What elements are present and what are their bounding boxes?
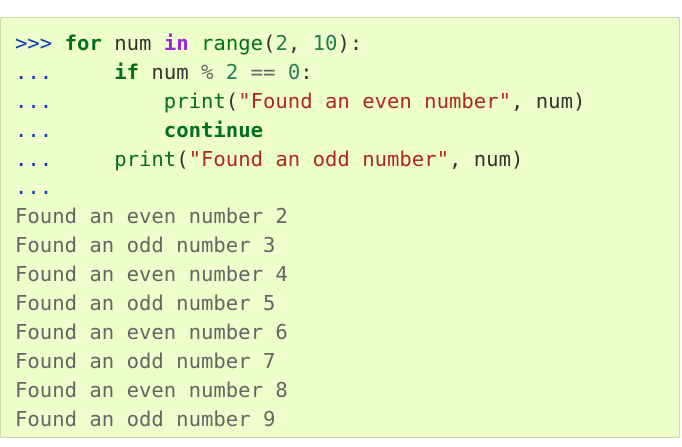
code-token: num — [139, 59, 202, 84]
code-output-lines: Found an even number 2 Found an odd numbe… — [15, 202, 679, 433]
code-line: ... — [15, 173, 679, 202]
prompt: ... — [15, 117, 53, 142]
prompt: ... — [15, 59, 53, 84]
code-token: 0 — [287, 59, 301, 84]
code-token: == — [250, 59, 276, 84]
prompt: ... — [15, 146, 53, 171]
code-token: if — [114, 59, 140, 84]
code-token: in — [163, 31, 189, 55]
code-token: ( — [176, 146, 189, 171]
code-token: ( — [225, 88, 239, 113]
output-line: Found an odd number 3 — [15, 233, 276, 258]
code-token: 2 — [225, 59, 239, 84]
code-line: >>> for num in range(2, 10): — [15, 29, 679, 58]
code-token: ( — [263, 31, 276, 55]
output-line: Found an even number 4 — [15, 262, 288, 287]
code-line: ... print("Found an odd number", num) — [15, 145, 679, 174]
code-token: : — [300, 59, 313, 84]
code-token: num — [101, 31, 164, 55]
output-line: Found an odd number 9 — [15, 406, 276, 431]
code-input-lines: >>> for num in range(2, 10):... if num %… — [15, 29, 679, 202]
code-token: continue — [163, 117, 263, 142]
code-token: print — [163, 88, 226, 113]
code-token: for — [64, 31, 102, 55]
prompt: >>> — [15, 31, 53, 55]
code-line: ... if num % 2 == 0: — [15, 58, 679, 87]
code-token: range — [201, 31, 264, 55]
code-token: , num) — [448, 146, 524, 171]
code-token: "Found an odd number" — [188, 146, 449, 171]
output-line: Found an odd number 5 — [15, 291, 276, 316]
code-token: 2 — [275, 31, 288, 55]
prompt: ... — [15, 88, 53, 113]
output-line: Found an even number 6 — [15, 319, 288, 344]
code-line: ... continue — [15, 116, 679, 145]
code-token: , num) — [510, 88, 586, 113]
code-token: , — [287, 31, 313, 55]
output-line: Found an even number 2 — [15, 204, 288, 229]
code-line: ... print("Found an even number", num) — [15, 87, 679, 116]
code-token: print — [114, 146, 177, 171]
code-token: 10 — [312, 31, 338, 55]
prompt: ... — [15, 175, 53, 200]
code-token: "Found an even number" — [238, 88, 511, 113]
output-line: Found an odd number 7 — [15, 348, 276, 373]
code-token: % — [201, 59, 214, 84]
code-token: ): — [337, 31, 363, 55]
code-block: >>> for num in range(2, 10):... if num %… — [0, 17, 680, 438]
output-line: Found an even number 8 — [15, 377, 288, 402]
